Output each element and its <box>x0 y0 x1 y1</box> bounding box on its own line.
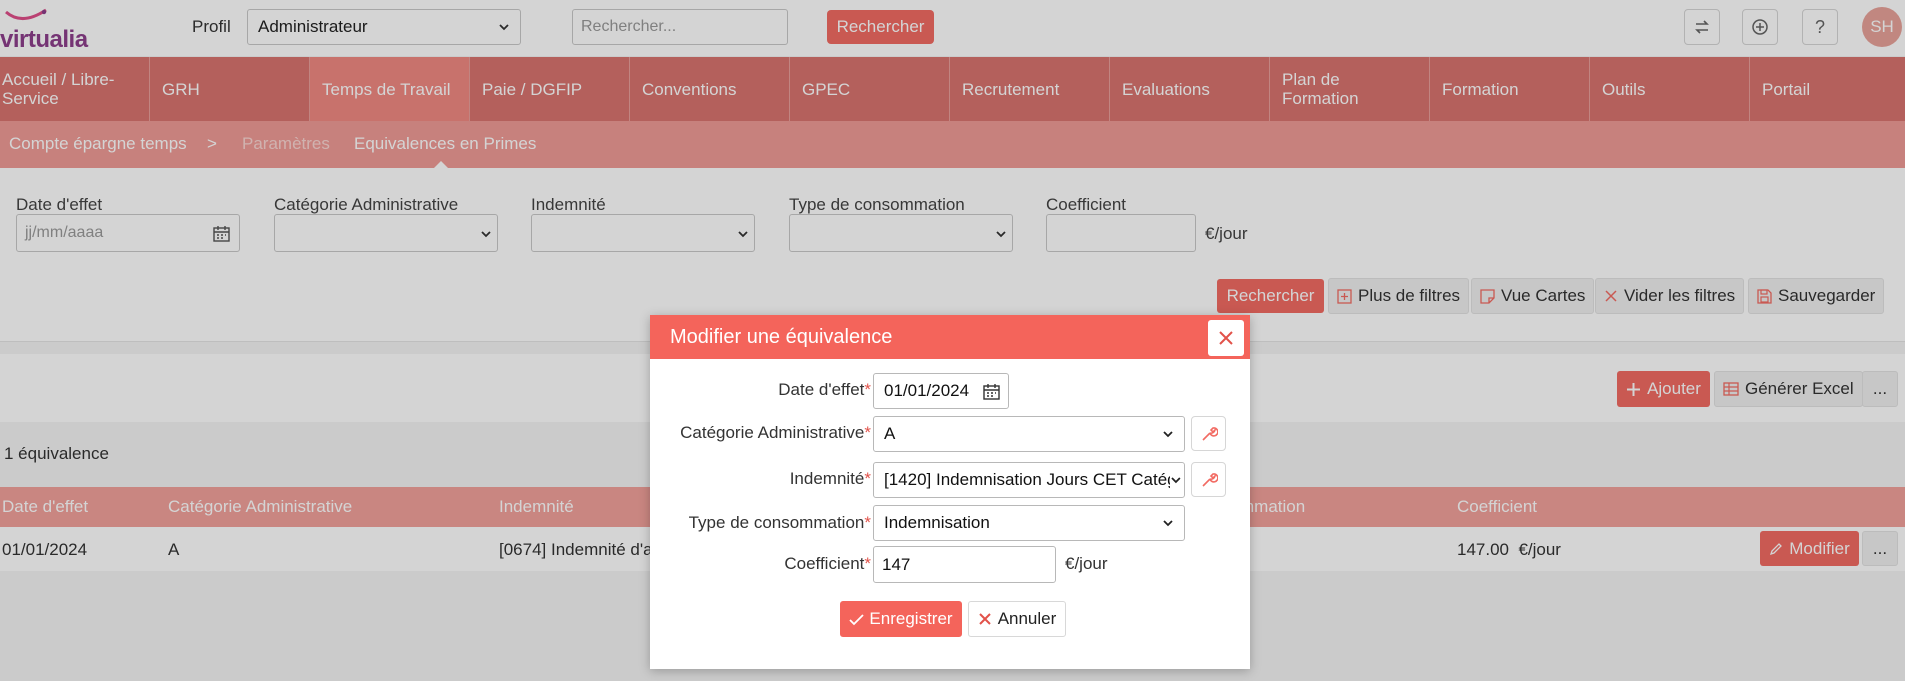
modal-type-label-text: Type de consommation <box>688 513 865 532</box>
required-marker: * <box>864 469 871 488</box>
indemnite-settings-wrench-icon[interactable] <box>1191 462 1226 497</box>
modal-type-label: Type de consommation* <box>689 513 871 533</box>
modal-indemnite-label: Indemnité* <box>790 469 871 489</box>
modal-categorie-label: Catégorie Administrative* <box>680 423 871 443</box>
required-marker: * <box>864 380 871 399</box>
modal-categorie-value: A <box>884 424 896 443</box>
modal-indemnite-label-text: Indemnité <box>789 469 865 488</box>
chevron-down-icon <box>1163 520 1173 527</box>
modal-categorie-select[interactable]: A <box>873 416 1185 452</box>
close-icon <box>978 613 991 625</box>
required-marker: * <box>864 423 871 442</box>
required-marker: * <box>864 554 871 573</box>
modal-date-label-text: Date d'effet <box>778 380 865 399</box>
edit-equivalence-modal: Modifier une équivalence Date d'effet* 0… <box>650 315 1250 669</box>
close-icon <box>1219 331 1233 345</box>
annuler-label: Annuler <box>997 609 1057 628</box>
modal-close-button[interactable] <box>1208 320 1244 356</box>
annuler-button[interactable]: Annuler <box>968 601 1066 637</box>
modal-date-value: 01/01/2024 <box>884 381 970 400</box>
modal-coefficient-label: Coefficient* <box>784 554 871 574</box>
chevron-down-icon <box>1163 431 1173 438</box>
check-icon <box>849 613 865 625</box>
modal-coefficient-unit: €/jour <box>1065 554 1108 573</box>
categorie-settings-wrench-icon[interactable] <box>1191 416 1226 451</box>
modal-type-select[interactable]: Indemnisation <box>873 505 1185 541</box>
modal-indemnite-select[interactable]: [1420] Indemnisation Jours CET Catégo <box>873 462 1185 498</box>
required-marker: * <box>864 513 871 532</box>
modal-categorie-label-text: Catégorie Administrative <box>680 423 865 442</box>
modal-type-value: Indemnisation <box>884 513 990 532</box>
modal-coefficient-input[interactable]: 147 <box>873 546 1056 583</box>
modal-date-label: Date d'effet* <box>778 380 871 400</box>
enregistrer-button[interactable]: Enregistrer <box>840 601 962 637</box>
calendar-icon[interactable] <box>983 383 1000 400</box>
modal-date-input[interactable]: 01/01/2024 <box>873 373 1009 409</box>
enregistrer-label: Enregistrer <box>869 609 953 628</box>
modal-title: Modifier une équivalence <box>670 326 893 348</box>
modal-coefficient-value: 147 <box>882 554 911 574</box>
modal-coefficient-label-text: Coefficient <box>784 554 865 573</box>
modal-indemnite-value: [1420] Indemnisation Jours CET Catégo <box>884 470 1171 489</box>
chevron-down-icon <box>1171 477 1181 484</box>
modal-header: Modifier une équivalence <box>650 315 1250 359</box>
